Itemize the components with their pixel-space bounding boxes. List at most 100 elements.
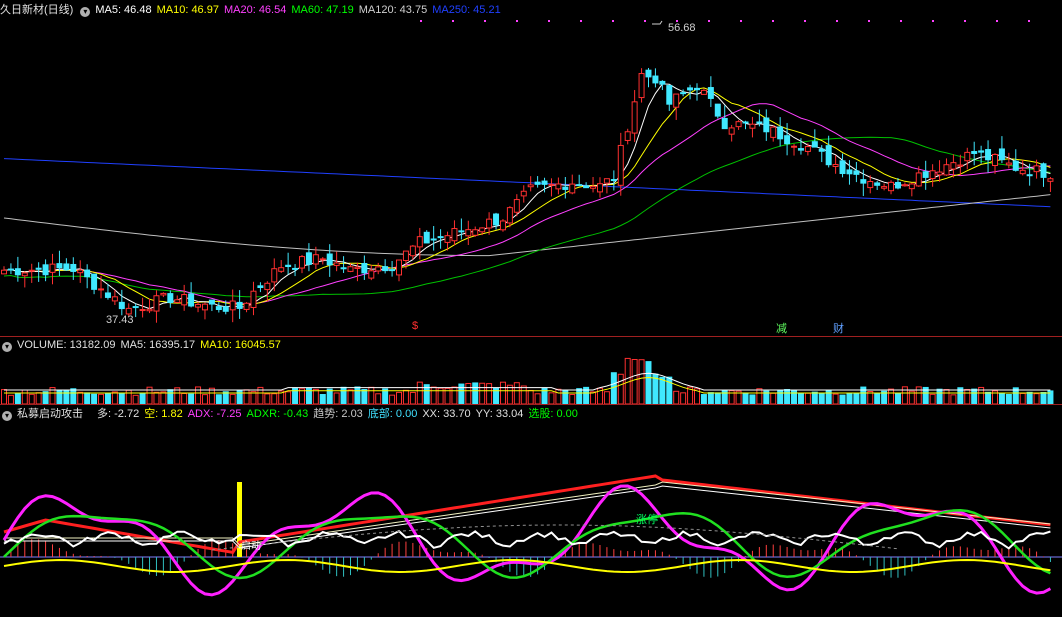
indicator-chart[interactable] (0, 420, 1062, 610)
candle-down (257, 285, 264, 289)
candle-up (950, 162, 957, 170)
candle-down (1026, 174, 1033, 177)
volume-bar (721, 389, 728, 404)
candle-down (208, 299, 215, 305)
volume-bar (7, 394, 14, 404)
candle-up (888, 181, 895, 192)
ind-kong-label: 空: 1.82 (144, 408, 183, 420)
volume-bar (167, 389, 174, 404)
ma250-label: MA250: 45.21 (432, 4, 501, 16)
top-marker-dot (452, 20, 454, 22)
candle-up (319, 258, 326, 261)
volume-bar (853, 392, 860, 404)
volume-bar (894, 392, 901, 404)
candle-down (853, 170, 860, 175)
volume-bar (222, 391, 229, 404)
volume-bar (21, 389, 28, 404)
volume-bar (659, 376, 666, 404)
candle-down (63, 263, 70, 271)
volume-bar (576, 388, 583, 404)
volume-bar (285, 391, 292, 404)
candle-up (943, 164, 950, 176)
candle-down (694, 87, 700, 91)
ind-adx-label: ADX: -7.25 (187, 408, 242, 420)
ma10-line (3, 87, 1051, 306)
candle-up (832, 163, 839, 167)
candle-down (874, 182, 881, 186)
volume-bar (964, 388, 971, 404)
candle-up (728, 127, 735, 135)
volume-bar (943, 389, 950, 404)
candle-down (680, 92, 687, 95)
volume-bar (888, 388, 895, 404)
candle-down (645, 69, 652, 78)
volume-bar (770, 392, 777, 404)
candle-up (409, 245, 416, 257)
top-marker-dot (996, 20, 998, 22)
candle-down (610, 179, 617, 182)
volume-bar (14, 393, 21, 404)
volume-bar (569, 394, 576, 404)
candle-down (825, 145, 832, 166)
candle-down (326, 253, 333, 266)
candle-down (56, 263, 63, 269)
candle-down (493, 213, 500, 226)
volume-panel-menu-icon[interactable]: ▾ (2, 342, 12, 352)
volume-bar (472, 382, 479, 404)
candle-down (423, 231, 430, 244)
candle-down (687, 87, 694, 91)
candle-down (361, 262, 368, 274)
candle-up (160, 292, 167, 296)
candle-down (777, 126, 784, 140)
ma10-label: MA10: 46.97 (156, 4, 219, 16)
ma20-label: MA20: 46.54 (223, 4, 287, 16)
top-marker-dot (484, 20, 486, 22)
volume-bar (451, 386, 458, 404)
top-marker-dot (900, 20, 902, 22)
volume-bar (714, 392, 721, 404)
volume-bar (499, 381, 506, 404)
top-marker-dot (708, 20, 710, 22)
event-mark-reduce[interactable]: 减 (776, 320, 787, 336)
indicator-white-line (3, 529, 1051, 550)
volume-bar (915, 386, 922, 404)
candle-up (250, 290, 257, 308)
candle-up (333, 262, 340, 266)
candle-up (548, 183, 555, 186)
candle-up (271, 268, 278, 283)
volume-bar (797, 392, 804, 404)
volume-chart[interactable] (0, 352, 1062, 404)
candle-down (1012, 160, 1019, 171)
candle-down (922, 171, 929, 178)
high-marker (652, 20, 663, 25)
candle-up (347, 266, 354, 272)
main-panel-menu-icon[interactable]: ▾ (80, 7, 91, 17)
candle-down (42, 264, 49, 276)
volume-bar (971, 388, 978, 404)
volume-bar (181, 392, 188, 404)
candle-up (375, 266, 382, 272)
candle-up (936, 171, 943, 176)
candle-down (846, 169, 853, 175)
event-mark-dollar[interactable]: $ (412, 320, 418, 332)
ma5-line (3, 83, 1051, 310)
candle-down (389, 269, 396, 272)
volume-ma5-label: MA5: 16395.17 (120, 339, 196, 351)
candle-down (894, 181, 901, 189)
candle-down (382, 266, 389, 272)
volume-bar (700, 394, 707, 404)
volume-bar (229, 393, 236, 404)
volume-bar (901, 386, 908, 404)
volume-bar (479, 382, 486, 404)
volume-bar (402, 389, 409, 404)
volume-bar (118, 392, 125, 404)
volume-bar (680, 392, 687, 404)
candle-up (264, 282, 271, 291)
volume-bar (111, 391, 118, 404)
candlestick-chart[interactable] (0, 18, 1062, 336)
volume-bar (458, 383, 465, 404)
top-marker-dot (1028, 20, 1030, 22)
candle-up (1, 269, 7, 275)
candle-down (707, 87, 714, 99)
event-mark-finance[interactable]: 财 (833, 320, 844, 336)
